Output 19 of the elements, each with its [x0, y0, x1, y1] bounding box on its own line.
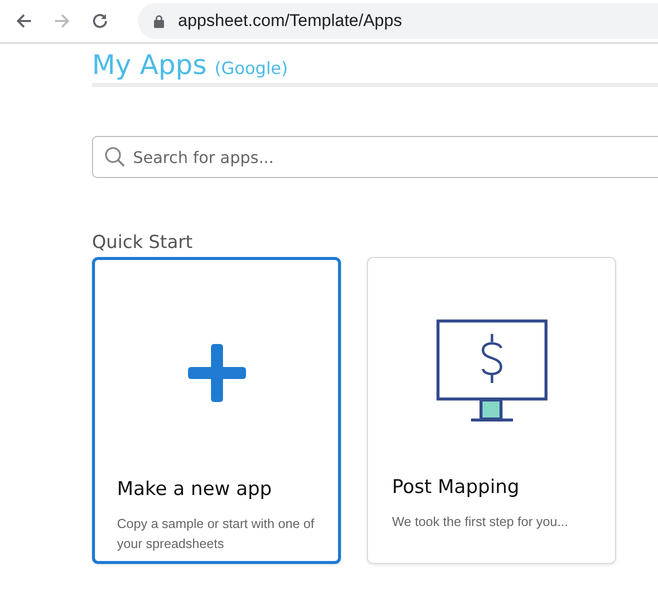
- monitor-dollar-icon: [436, 319, 548, 423]
- lock-icon: [154, 14, 164, 28]
- section-heading: Quick Start: [92, 232, 194, 253]
- card-description: We took the first step for you...: [392, 513, 570, 531]
- app-card[interactable]: Make a new app Copy a sample or start with one of your spreadsheets: [92, 257, 341, 564]
- search-icon: [104, 146, 126, 168]
- card-description: Copy a sample or start with one of your spreadsheets: [117, 515, 316, 553]
- back-arrow-icon: [15, 12, 33, 30]
- search-field[interactable]: Search for apps...: [92, 136, 658, 178]
- reload-icon: [91, 12, 109, 30]
- card-title: Make a new app: [117, 478, 273, 500]
- account-label: (Google): [214, 59, 288, 79]
- card-title: Post Mapping: [392, 476, 520, 498]
- app-card[interactable]: Post Mapping We took the first step for you...: [367, 257, 616, 564]
- address-bar[interactable]: appsheet.com/Template/Apps: [138, 3, 658, 39]
- plus-icon: [188, 344, 246, 402]
- url-text: appsheet.com/Template/Apps: [178, 11, 402, 31]
- page-title: My Apps: [92, 50, 207, 81]
- forward-arrow-icon: [53, 12, 71, 30]
